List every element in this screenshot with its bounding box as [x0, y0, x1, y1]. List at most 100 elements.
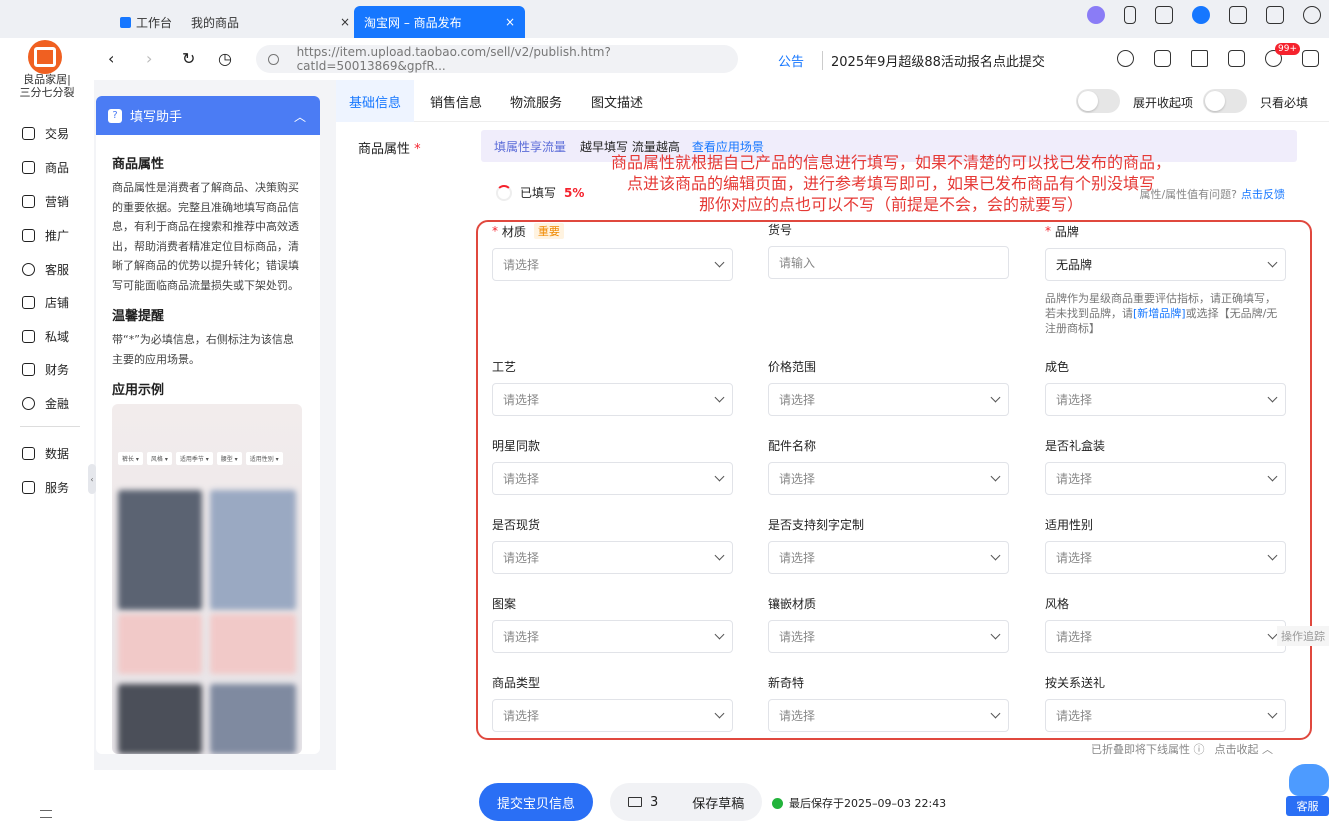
- notice-text[interactable]: 2025年9月超级88活动报名点此提交: [822, 51, 1045, 70]
- craft-select[interactable]: 请选择: [492, 383, 733, 416]
- chevron-down-icon: [1267, 471, 1278, 482]
- tab-close-my-goods[interactable]: ×: [330, 6, 350, 38]
- edit-icon[interactable]: [1229, 6, 1247, 24]
- chevron-down-icon: [714, 471, 725, 482]
- shop-logo-icon[interactable]: [28, 40, 62, 74]
- save-draft-button[interactable]: 保存草稿: [692, 793, 744, 812]
- celebrity-style-select[interactable]: 请选择: [492, 462, 733, 495]
- chevron-down-icon: [1267, 629, 1278, 640]
- close-icon[interactable]: ×: [505, 15, 515, 29]
- left-sidebar: 良品家居| 三分七分裂 交易 商品 营销 推广 客服 店铺 私域 财务 金融 数…: [0, 0, 94, 824]
- condition-select[interactable]: 请选择: [1045, 383, 1286, 416]
- tab-description[interactable]: 图文描述: [591, 80, 643, 122]
- notification-icon[interactable]: 99+: [1265, 43, 1300, 67]
- engraving-select[interactable]: 请选择: [768, 541, 1009, 574]
- style-select[interactable]: 请选择: [1045, 620, 1286, 653]
- shirt-icon[interactable]: [1266, 6, 1284, 24]
- gift-box-select[interactable]: 请选择: [1045, 462, 1286, 495]
- url-input[interactable]: https://item.upload.taobao.com/sell/v2/p…: [256, 45, 738, 73]
- gender-select[interactable]: 请选择: [1045, 541, 1286, 574]
- copy-icon[interactable]: [1154, 50, 1171, 67]
- sidebar-item-financial-services[interactable]: 金融: [22, 395, 69, 412]
- menu-icon[interactable]: [40, 810, 52, 818]
- material-select[interactable]: 请选择: [492, 248, 733, 281]
- chevron-down-icon: [990, 471, 1001, 482]
- store-icon: [22, 296, 35, 309]
- close-icon[interactable]: ×: [340, 15, 350, 29]
- headset-icon: [22, 263, 35, 276]
- chevron-down-icon: [1267, 257, 1278, 268]
- inlay-material-select[interactable]: 请选择: [768, 620, 1009, 653]
- feedback-link[interactable]: 点击反馈: [1241, 188, 1285, 201]
- sidebar-item-service[interactable]: 服务: [22, 479, 69, 496]
- chevron-down-icon: [1267, 708, 1278, 719]
- refresh-icon[interactable]: ↻: [182, 49, 195, 68]
- collapse-handle[interactable]: ‹: [88, 464, 96, 494]
- product-type-select[interactable]: 请选择: [492, 699, 733, 732]
- check-circle-icon: [772, 797, 783, 809]
- sidebar-item-data[interactable]: 数据: [22, 445, 69, 462]
- operation-trace-tab[interactable]: 操作追踪: [1277, 626, 1329, 646]
- chevron-down-icon: [990, 708, 1001, 719]
- save-status: 最后保存于2025–09–03 22:43: [772, 795, 946, 811]
- tab-publish[interactable]: 淘宝网 – 商品发布 ×: [354, 6, 525, 38]
- sidebar-item-store[interactable]: 店铺: [22, 294, 69, 311]
- novelty-select[interactable]: 请选择: [768, 699, 1009, 732]
- submit-button[interactable]: 提交宝贝信息: [479, 783, 593, 821]
- back-arrow-icon[interactable]: ‹: [108, 49, 114, 68]
- chevron-down-icon: [714, 550, 725, 561]
- search-icon: [268, 53, 279, 65]
- new-brand-link[interactable]: [新增品牌]: [1133, 307, 1186, 320]
- address-bar-icons: 99+: [1117, 43, 1319, 67]
- field-inlay-material: 镶嵌材质 请选择: [768, 594, 1009, 653]
- required-only-toggle[interactable]: [1203, 89, 1247, 113]
- tab-basic-info[interactable]: 基础信息: [336, 80, 415, 122]
- phone-icon[interactable]: [1124, 6, 1136, 24]
- message-icon[interactable]: [1302, 50, 1319, 67]
- field-engraving: 是否支持刻字定制 请选择: [768, 515, 1009, 574]
- field-celebrity-style: 明星同款 请选择: [492, 436, 733, 495]
- accessory-name-select[interactable]: 请选择: [768, 462, 1009, 495]
- mail-icon[interactable]: [628, 797, 642, 807]
- tab-sales-info[interactable]: 销售信息: [430, 80, 482, 122]
- fold-row: 已折叠即将下线属性 ⓘ 点击收起 ︿: [1091, 743, 1274, 756]
- chevron-up-icon[interactable]: ︿: [294, 108, 306, 125]
- helper-section-text: 带“*”为必填信息，右侧标注为该信息主要的应用场景。: [112, 333, 294, 366]
- forward-arrow-icon[interactable]: ›: [146, 49, 152, 68]
- help-icon: ?: [108, 108, 122, 123]
- history-icon[interactable]: ◷: [218, 49, 232, 68]
- service-icon: [22, 481, 35, 494]
- window-icon[interactable]: [1155, 6, 1173, 24]
- account-icon[interactable]: [1192, 6, 1210, 24]
- tab-my-goods[interactable]: 我的商品: [181, 6, 249, 38]
- sidebar-item-finance[interactable]: 财务: [22, 361, 69, 378]
- tab-logistics[interactable]: 物流服务: [510, 80, 562, 122]
- brand-select[interactable]: 无品牌: [1045, 248, 1286, 281]
- customer-service-widget[interactable]: 客服: [1286, 764, 1329, 820]
- sidebar-item-promotion[interactable]: 推广: [22, 227, 69, 244]
- collapse-link[interactable]: 点击收起 ︿: [1215, 743, 1274, 756]
- mascot-icon[interactable]: [1087, 6, 1105, 24]
- reload-icon[interactable]: [1117, 50, 1134, 67]
- helper-section-title: 温馨提醒: [112, 309, 165, 324]
- helper-header[interactable]: ? 填写助手 ︿: [96, 96, 320, 135]
- sidebar-item-customer-service[interactable]: 客服: [22, 261, 69, 278]
- field-price-range: 价格范围 请选择: [768, 357, 1009, 416]
- draft-count[interactable]: 3: [650, 795, 658, 810]
- expand-toggle[interactable]: [1076, 89, 1120, 113]
- star-icon[interactable]: [1191, 50, 1208, 67]
- form-subtabs: 基础信息 销售信息 物流服务 图文描述 展开收起项 只看必填: [336, 80, 1329, 122]
- sidebar-item-marketing[interactable]: 营销: [22, 193, 69, 210]
- price-range-select[interactable]: 请选择: [768, 383, 1009, 416]
- in-stock-select[interactable]: 请选择: [492, 541, 733, 574]
- item-number-input[interactable]: 请输入: [768, 246, 1009, 279]
- sidebar-item-trade[interactable]: 交易: [22, 125, 69, 142]
- pattern-select[interactable]: 请选择: [492, 620, 733, 653]
- folder-icon[interactable]: [1228, 50, 1245, 67]
- gift-relation-select[interactable]: 请选择: [1045, 699, 1286, 732]
- field-novelty: 新奇特 请选择: [768, 673, 1009, 732]
- sidebar-item-private-domain[interactable]: 私域: [22, 328, 69, 345]
- tab-workbench[interactable]: 工作台: [110, 6, 182, 38]
- settings-icon[interactable]: [1303, 6, 1321, 24]
- sidebar-item-goods[interactable]: 商品: [22, 159, 69, 176]
